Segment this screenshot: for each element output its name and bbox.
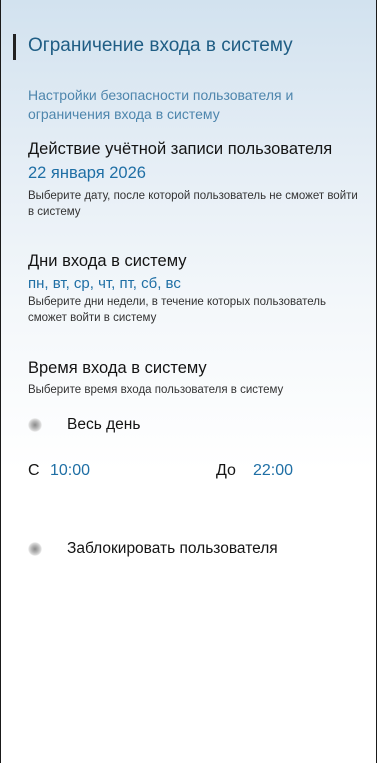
time-from-label: С: [28, 462, 40, 479]
account-expiry-heading: Действие учётной записи пользователя: [28, 140, 333, 158]
all-day-toggle[interactable]: [28, 418, 42, 432]
all-day-label: Весь день: [67, 416, 141, 433]
login-days-hint: Выберите дни недели, в течение которых п…: [28, 296, 327, 324]
login-time-hint: Выберите время входа пользователя в сист…: [28, 384, 284, 396]
login-days-value[interactable]: пн, вт, ср, чт, пт, сб, вс: [28, 273, 181, 294]
title-accent-bar: [13, 34, 16, 60]
login-days-heading: Дни входа в систему: [28, 252, 187, 270]
time-to-value[interactable]: 22:00: [253, 461, 293, 481]
page-title: Ограничение входа в систему: [28, 35, 293, 56]
time-to-label: До: [216, 462, 236, 479]
account-expiry-date[interactable]: 22 января 2026: [28, 163, 146, 184]
time-from-value[interactable]: 10:00: [50, 461, 90, 481]
block-user-label: Заблокировать пользователя: [67, 540, 278, 557]
account-expiry-hint: Выберите дату, после которой пользовател…: [28, 190, 358, 218]
login-restriction-screen: Ограничение входа в систему Настройки бе…: [0, 0, 377, 763]
login-time-heading: Время входа в систему: [28, 359, 207, 377]
page-subtitle: Настройки безопасности пользователя и ог…: [28, 87, 294, 122]
block-user-toggle[interactable]: [28, 542, 42, 556]
